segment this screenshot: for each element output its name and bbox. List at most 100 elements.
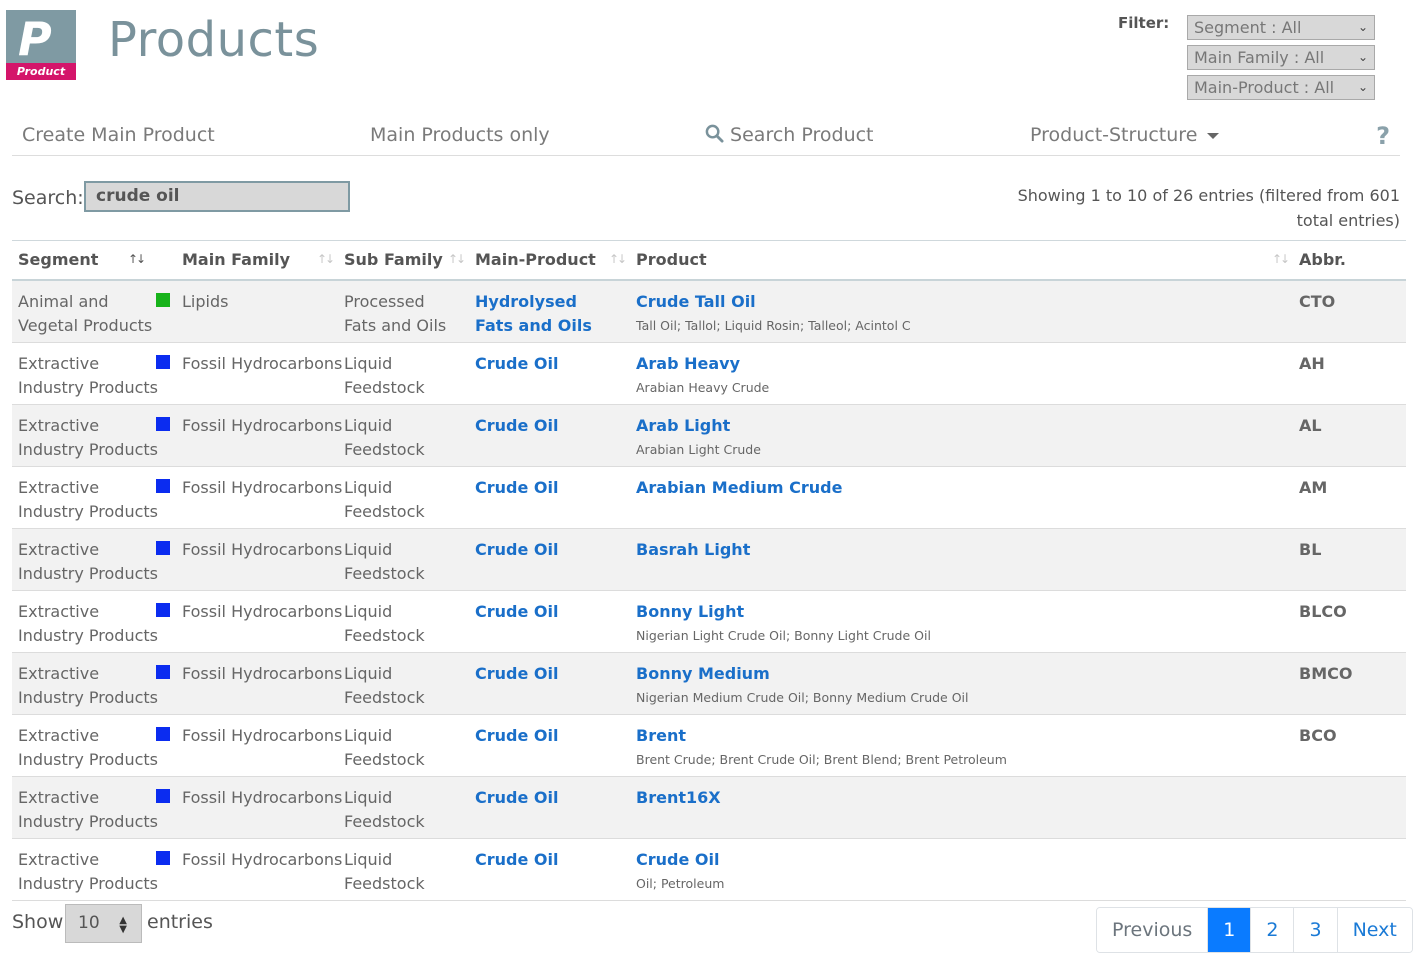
main-product-filter-select[interactable]: Main-Product : All ⌄ — [1187, 75, 1375, 100]
table-body: Animal and Vegetal Products Lipids Process… — [12, 281, 1406, 901]
main-product-link[interactable]: Crude Oil — [475, 600, 615, 624]
product-structure-dropdown[interactable]: Product-Structure — [1030, 124, 1220, 146]
sort-icon[interactable]: ↑↓ — [609, 252, 627, 266]
table-row: Extractive Industry Products Fossil Hydro… — [12, 529, 1406, 591]
help-icon[interactable]: ? — [1376, 122, 1390, 150]
product-synonyms: Arabian Heavy Crude — [636, 380, 770, 395]
main-product-link[interactable]: Crude Oil — [475, 352, 615, 376]
sub-family-cell: Liquid Feedstock — [344, 664, 425, 707]
family-color-swatch — [156, 851, 170, 865]
product-synonyms: Nigerian Medium Crude Oil; Bonny Medium … — [636, 690, 969, 705]
sub-family-cell: Liquid Feedstock — [344, 478, 425, 521]
product-link[interactable]: Brent — [636, 726, 686, 745]
page-3-button[interactable]: 3 — [1293, 908, 1337, 952]
product-cell: Brent16X — [636, 786, 1276, 811]
abbr-cell: CTO — [1299, 292, 1336, 311]
page-1-button[interactable]: 1 — [1207, 908, 1251, 952]
product-cell: Arab Light Arabian Light Crude — [636, 414, 1276, 461]
main-product-link[interactable]: Crude Oil — [475, 538, 615, 562]
create-main-product-link[interactable]: Create Main Product — [22, 124, 215, 146]
segment-cell: Extractive Industry Products — [18, 540, 158, 583]
product-cell: Basrah Light — [636, 538, 1276, 563]
page-2-button[interactable]: 2 — [1250, 908, 1294, 952]
abbr-cell: BCO — [1299, 726, 1337, 745]
main-family-cell: Fossil Hydrocarbons — [182, 478, 343, 497]
segment-filter-select[interactable]: Segment : All ⌄ — [1187, 15, 1375, 40]
main-products-only-link[interactable]: Main Products only — [370, 124, 550, 146]
sub-family-cell: Liquid Feedstock — [344, 850, 425, 893]
family-color-swatch — [156, 789, 170, 803]
product-link[interactable]: Bonny Medium — [636, 664, 770, 683]
segment-filter-value: Segment : All — [1194, 18, 1302, 37]
family-color-swatch — [156, 479, 170, 493]
abbr-cell: AL — [1299, 416, 1322, 435]
next-page-button[interactable]: Next — [1336, 908, 1412, 952]
column-header-abbr[interactable]: Abbr. — [1299, 250, 1346, 269]
updown-icon: ▲ ▼ — [119, 915, 127, 935]
column-header-main-product[interactable]: Main-Product — [475, 250, 596, 269]
product-link[interactable]: Arab Heavy — [636, 354, 740, 373]
abbr-cell: BLCO — [1299, 602, 1347, 621]
table-row: Extractive Industry Products Fossil Hydro… — [12, 591, 1406, 653]
column-header-segment[interactable]: Segment — [18, 250, 98, 269]
product-link[interactable]: Basrah Light — [636, 540, 750, 559]
table-row: Extractive Industry Products Fossil Hydro… — [12, 715, 1406, 777]
search-input[interactable]: crude oil — [84, 181, 350, 212]
page-length-select[interactable]: 10 ▲ ▼ — [65, 904, 142, 943]
main-product-link[interactable]: Crude Oil — [475, 662, 615, 686]
product-synonyms: Brent Crude; Brent Crude Oil; Brent Blen… — [636, 752, 1007, 767]
main-product-link[interactable]: Crude Oil — [475, 724, 615, 748]
search-product-link[interactable]: Search Product — [705, 124, 874, 146]
table-row: Extractive Industry Products Fossil Hydro… — [12, 777, 1406, 839]
search-label: Search: — [12, 187, 84, 209]
sort-icon[interactable]: ↑↓ — [317, 252, 335, 266]
segment-cell: Extractive Industry Products — [18, 664, 158, 707]
table-row: Extractive Industry Products Fossil Hydro… — [12, 343, 1406, 405]
product-link[interactable]: Crude Oil — [636, 850, 719, 869]
main-product-link[interactable]: Hydrolysed Fats and Oils — [475, 290, 615, 338]
sort-icon[interactable]: ↑↓ — [448, 252, 466, 266]
sort-icon[interactable]: ↑↓ — [1272, 252, 1290, 266]
main-product-link[interactable]: Crude Oil — [475, 786, 615, 810]
abbr-cell: AM — [1299, 478, 1328, 497]
main-product-link[interactable]: Crude Oil — [475, 848, 615, 872]
sub-family-cell: Liquid Feedstock — [344, 602, 425, 645]
main-product-filter-value: Main-Product : All — [1194, 78, 1335, 97]
main-family-cell: Fossil Hydrocarbons — [182, 354, 343, 373]
logo-letter: P — [18, 12, 52, 66]
table-row: Extractive Industry Products Fossil Hydro… — [12, 467, 1406, 529]
main-family-cell: Fossil Hydrocarbons — [182, 788, 343, 807]
product-link[interactable]: Crude Tall Oil — [636, 292, 756, 311]
table-row: Extractive Industry Products Fossil Hydro… — [12, 839, 1406, 901]
main-product-link[interactable]: Crude Oil — [475, 476, 615, 500]
main-family-filter-select[interactable]: Main Family : All ⌄ — [1187, 45, 1375, 70]
caret-down-icon — [1207, 132, 1220, 139]
sub-family-cell: Liquid Feedstock — [344, 788, 425, 831]
sort-icon[interactable]: ↑↓ — [128, 252, 146, 266]
search-input-value: crude oil — [96, 186, 180, 206]
show-label: Show — [12, 911, 64, 933]
abbr-cell: AH — [1299, 354, 1325, 373]
main-family-cell: Lipids — [182, 292, 229, 311]
segment-cell: Extractive Industry Products — [18, 478, 158, 521]
product-link[interactable]: Brent16X — [636, 788, 721, 807]
family-color-swatch — [156, 541, 170, 555]
main-family-cell: Fossil Hydrocarbons — [182, 540, 343, 559]
column-header-main-family[interactable]: Main Family — [182, 250, 290, 269]
previous-page-button[interactable]: Previous — [1097, 908, 1208, 952]
product-synonyms: Tall Oil; Tallol; Liquid Rosin; Talleol;… — [636, 318, 911, 333]
sub-family-cell: Processed Fats and Oils — [344, 292, 447, 335]
product-synonyms: Arabian Light Crude — [636, 442, 761, 457]
main-family-cell: Fossil Hydrocarbons — [182, 726, 343, 745]
product-link[interactable]: Bonny Light — [636, 602, 744, 621]
product-cell: Arab Heavy Arabian Heavy Crude — [636, 352, 1276, 399]
main-product-link[interactable]: Crude Oil — [475, 414, 615, 438]
product-link[interactable]: Arab Light — [636, 416, 730, 435]
chevron-down-icon: ⌄ — [1357, 20, 1368, 34]
search-product-label: Search Product — [730, 124, 874, 146]
product-link[interactable]: Arabian Medium Crude — [636, 478, 842, 497]
column-header-product[interactable]: Product — [636, 250, 707, 269]
column-header-sub-family[interactable]: Sub Family — [344, 250, 443, 269]
page-title: Products — [108, 12, 320, 68]
product-logo: P Product — [6, 10, 76, 80]
